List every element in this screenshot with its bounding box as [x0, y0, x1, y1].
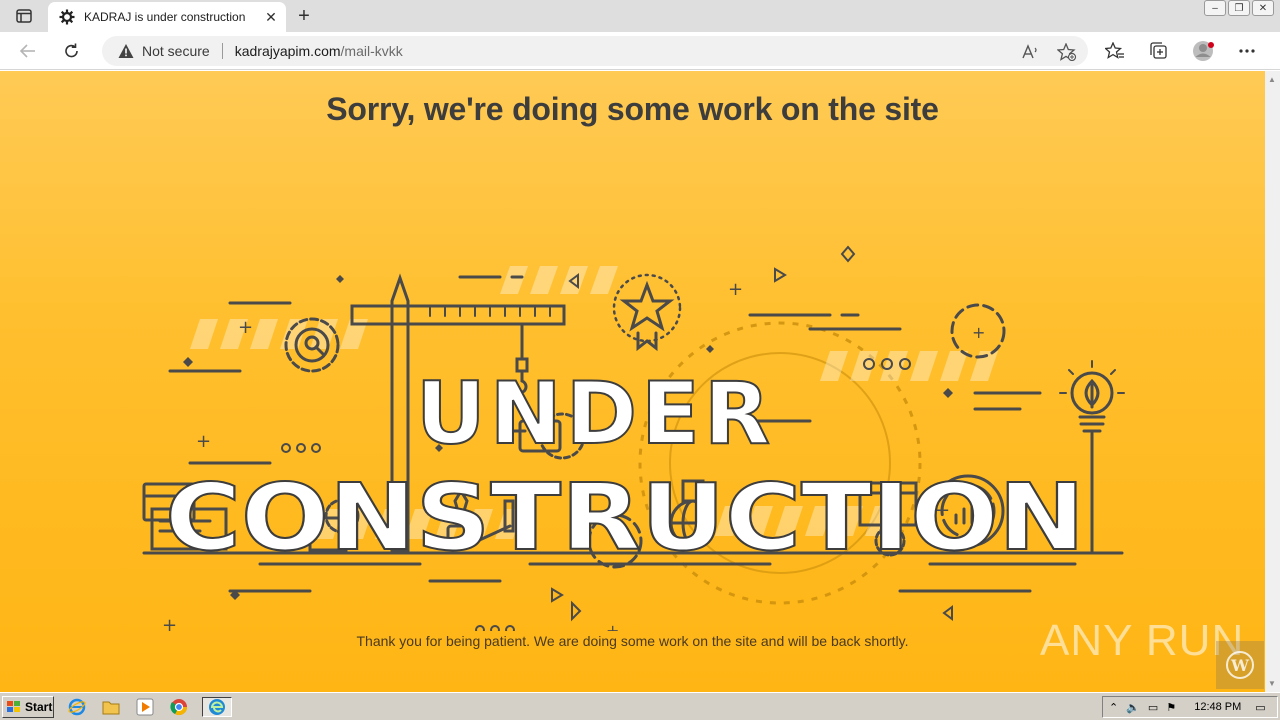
settings-menu-button[interactable] — [1236, 40, 1258, 62]
svg-text:+: + — [972, 323, 985, 342]
tab-actions-icon — [16, 9, 32, 23]
warning-icon — [118, 44, 134, 58]
security-label[interactable]: Not secure — [142, 43, 210, 59]
tab-strip: KADRAJ is under construction ✕ + – ❐ ✕ — [0, 0, 1280, 32]
gear-icon — [58, 8, 76, 26]
more-icon — [1239, 49, 1255, 53]
collections-icon — [1150, 42, 1167, 59]
svg-text:+: + — [606, 621, 619, 631]
maximize-button[interactable]: ❐ — [1228, 0, 1250, 16]
flag-icon[interactable]: ⚑ — [1166, 701, 1176, 714]
edge-button[interactable] — [202, 697, 232, 717]
svg-text:+: + — [728, 279, 743, 300]
scroll-up-icon[interactable]: ▲ — [1268, 75, 1276, 84]
refresh-button[interactable] — [60, 40, 84, 62]
arrow-left-icon — [19, 44, 35, 58]
clock: 12:48 PM — [1194, 701, 1242, 713]
scroll-down-icon[interactable]: ▼ — [1268, 679, 1276, 688]
illustration-word-under: UNDER — [416, 364, 774, 464]
wordpress-icon: W — [1226, 651, 1254, 679]
anyrun-watermark: ANY RUN — [1040, 616, 1244, 666]
windows-logo-icon — [7, 701, 20, 712]
favorites-button[interactable] — [1104, 40, 1126, 62]
browser-window: KADRAJ is under construction ✕ + – ❐ ✕ N… — [0, 0, 1280, 720]
show-desktop-icon[interactable]: ▭ — [1255, 701, 1265, 714]
refresh-icon — [65, 43, 78, 58]
minimize-button[interactable]: – — [1204, 0, 1226, 16]
address-divider — [221, 43, 223, 59]
watermark-text: ANY RUN — [1040, 616, 1245, 665]
favorites-icon — [1105, 42, 1124, 59]
wordpress-badge: W — [1216, 641, 1264, 689]
start-button[interactable]: Start — [2, 696, 54, 718]
internet-explorer-icon — [68, 698, 86, 716]
media-player-icon — [136, 698, 154, 716]
system-tray: ⌃ 🔈 ▭ ⚑ 12:48 PM ▭ — [1102, 696, 1278, 718]
network-icon[interactable]: ▭ — [1148, 701, 1158, 714]
url-path: /mail-kvkk — [340, 43, 403, 59]
start-label: Start — [25, 700, 53, 714]
illustration-word-construction: CONSTRUCTION — [165, 464, 1085, 571]
address-bar[interactable]: Not secure kadrajyapim.com/mail-kvkk — [102, 36, 1088, 66]
star-add-icon — [1057, 43, 1077, 61]
close-window-button[interactable]: ✕ — [1252, 0, 1274, 16]
avatar-icon — [1193, 41, 1214, 61]
taskbar: Start ⌃ 🔈 ▭ ⚑ 12:48 PM ▭ — [0, 692, 1280, 720]
page-title: Sorry, we're doing some work on the site — [326, 91, 939, 127]
new-tab-button[interactable]: + — [292, 5, 316, 27]
profile-button[interactable] — [1192, 40, 1214, 62]
read-aloud-icon — [1022, 44, 1037, 59]
volume-icon[interactable]: 🔈 — [1126, 701, 1140, 714]
internet-explorer-button[interactable] — [66, 697, 88, 717]
folder-icon — [102, 701, 120, 715]
add-favorite-button[interactable] — [1056, 41, 1078, 63]
media-player-button[interactable] — [134, 697, 156, 717]
tab-title: KADRAJ is under construction — [84, 10, 246, 24]
svg-text:+: + — [162, 615, 177, 631]
chrome-button[interactable] — [168, 697, 190, 717]
tray-expand-icon[interactable]: ⌃ — [1109, 701, 1118, 714]
svg-text:W: W — [1230, 656, 1250, 675]
browser-toolbar: Not secure kadrajyapim.com/mail-kvkk — [0, 32, 1280, 70]
collections-button[interactable] — [1148, 40, 1170, 62]
back-button[interactable] — [16, 40, 40, 62]
file-explorer-button[interactable] — [100, 697, 122, 717]
svg-text:+: + — [238, 317, 253, 338]
window-controls: – ❐ ✕ — [1204, 0, 1274, 18]
page-content: Sorry, we're doing some work on the site — [0, 71, 1265, 692]
page-scrollbar[interactable]: ▲ ▼ — [1265, 71, 1280, 692]
url-domain: kadrajyapim.com — [234, 43, 341, 59]
svg-text:+: + — [196, 431, 211, 452]
edge-icon — [209, 699, 225, 715]
tab-close-button[interactable]: ✕ — [262, 8, 280, 26]
tab-active[interactable]: KADRAJ is under construction ✕ — [48, 2, 286, 32]
toolbar-right — [1104, 40, 1258, 62]
under-construction-illustration: + + + + + + + + UNDER CONSTRUCTION — [142, 245, 1125, 631]
chrome-icon — [170, 699, 188, 716]
quick-launch — [66, 697, 232, 717]
address-bar-actions — [1020, 41, 1078, 63]
tab-actions-button[interactable] — [10, 6, 38, 26]
read-aloud-button[interactable] — [1020, 41, 1042, 63]
